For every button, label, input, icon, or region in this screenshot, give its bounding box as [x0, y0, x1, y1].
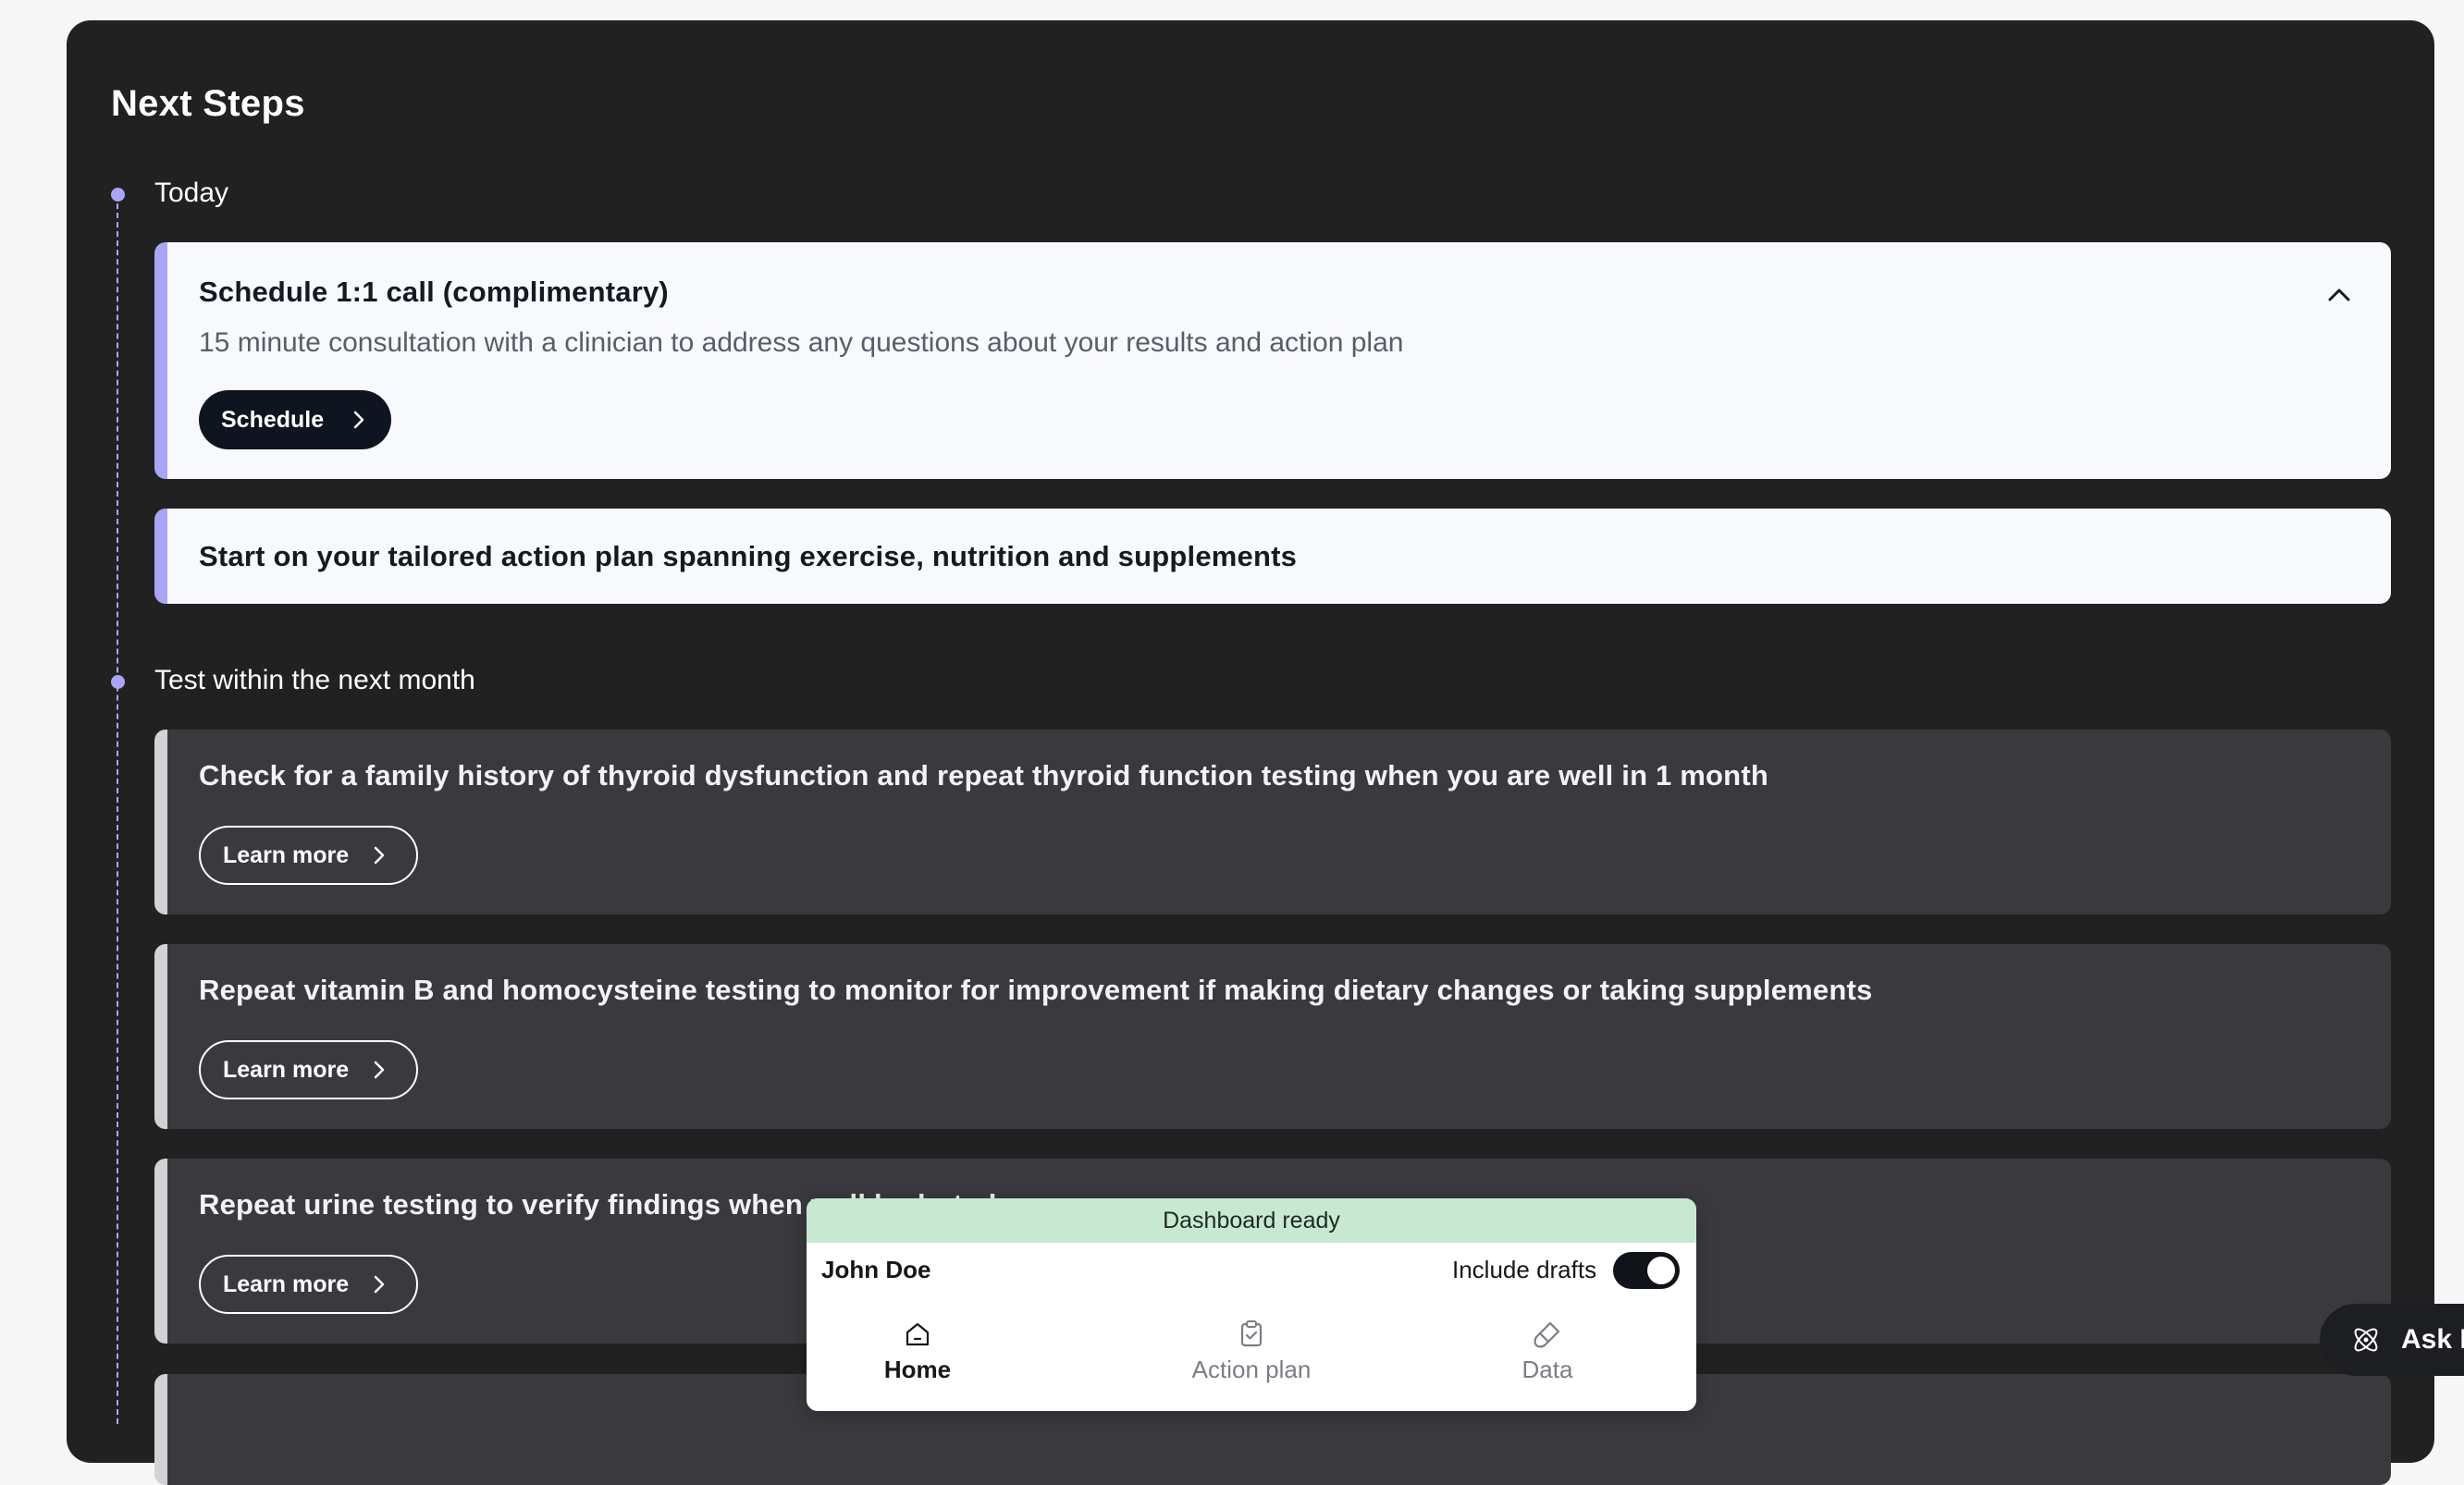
- test-tube-icon: [1534, 1321, 1560, 1348]
- thyroid-test-card: Check for a family history of thyroid dy…: [154, 730, 2391, 914]
- section-title: Next Steps: [111, 83, 305, 124]
- nav-data-label: Data: [1522, 1356, 1573, 1383]
- action-plan-title: Start on your tailored action plan spann…: [199, 540, 1298, 572]
- dashboard-ready-banner: Dashboard ready: [807, 1198, 1696, 1243]
- timeline-label-today: Today: [154, 178, 229, 208]
- schedule-call-title: Schedule 1:1 call (complimentary): [199, 276, 669, 308]
- timeline-line: [117, 194, 118, 1424]
- schedule-button-label: Schedule: [221, 406, 325, 433]
- dashboard-popup: Dashboard ready John Doe Include drafts …: [807, 1198, 1696, 1411]
- nav-data[interactable]: Data: [1436, 1319, 1658, 1384]
- thyroid-learn-more-button[interactable]: Learn more: [199, 826, 418, 885]
- nav-action-plan[interactable]: Action plan: [1140, 1319, 1362, 1384]
- action-plan-card[interactable]: Start on your tailored action plan spann…: [154, 509, 2391, 604]
- schedule-call-description: 15 minute consultation with a clinician …: [199, 327, 1404, 358]
- nav-action-plan-label: Action plan: [1191, 1356, 1312, 1383]
- learn-more-label: Learn more: [223, 841, 350, 868]
- home-icon: [906, 1322, 930, 1346]
- learn-more-label: Learn more: [223, 1270, 350, 1297]
- urine-learn-more-button[interactable]: Learn more: [199, 1255, 418, 1314]
- ask-assistant-button[interactable]: Ask M: [2320, 1304, 2464, 1376]
- vitamin-b-test-title: Repeat vitamin B and homocysteine testin…: [199, 974, 1873, 1006]
- atom-icon: [2354, 1328, 2378, 1352]
- include-drafts-label: Include drafts: [1452, 1256, 1597, 1283]
- schedule-call-card: Schedule 1:1 call (complimentary) 15 min…: [154, 242, 2391, 479]
- vitamin-b-test-card: Repeat vitamin B and homocysteine testin…: [154, 944, 2391, 1129]
- chevron-right-icon: [374, 1275, 385, 1294]
- nav-home[interactable]: Home: [807, 1319, 1029, 1384]
- vitamin-b-learn-more-button[interactable]: Learn more: [199, 1040, 418, 1099]
- chevron-up-icon[interactable]: [2326, 287, 2352, 303]
- learn-more-label: Learn more: [223, 1056, 350, 1083]
- chevron-right-icon: [353, 411, 364, 429]
- nav-home-label: Home: [883, 1356, 952, 1383]
- toggle-knob: [1647, 1257, 1675, 1284]
- timeline-dot-month: [111, 675, 125, 689]
- timeline-dot-today: [111, 188, 125, 202]
- thyroid-test-title: Check for a family history of thyroid dy…: [199, 759, 1768, 792]
- schedule-button[interactable]: Schedule: [199, 390, 391, 449]
- chevron-right-icon: [374, 1061, 385, 1079]
- user-name: John Doe: [821, 1256, 931, 1283]
- ask-assistant-label: Ask M: [2401, 1324, 2464, 1355]
- timeline-label-month: Test within the next month: [154, 665, 475, 695]
- clipboard-check-icon: [1240, 1320, 1263, 1347]
- include-drafts-toggle[interactable]: [1613, 1252, 1680, 1289]
- chevron-right-icon: [374, 846, 385, 865]
